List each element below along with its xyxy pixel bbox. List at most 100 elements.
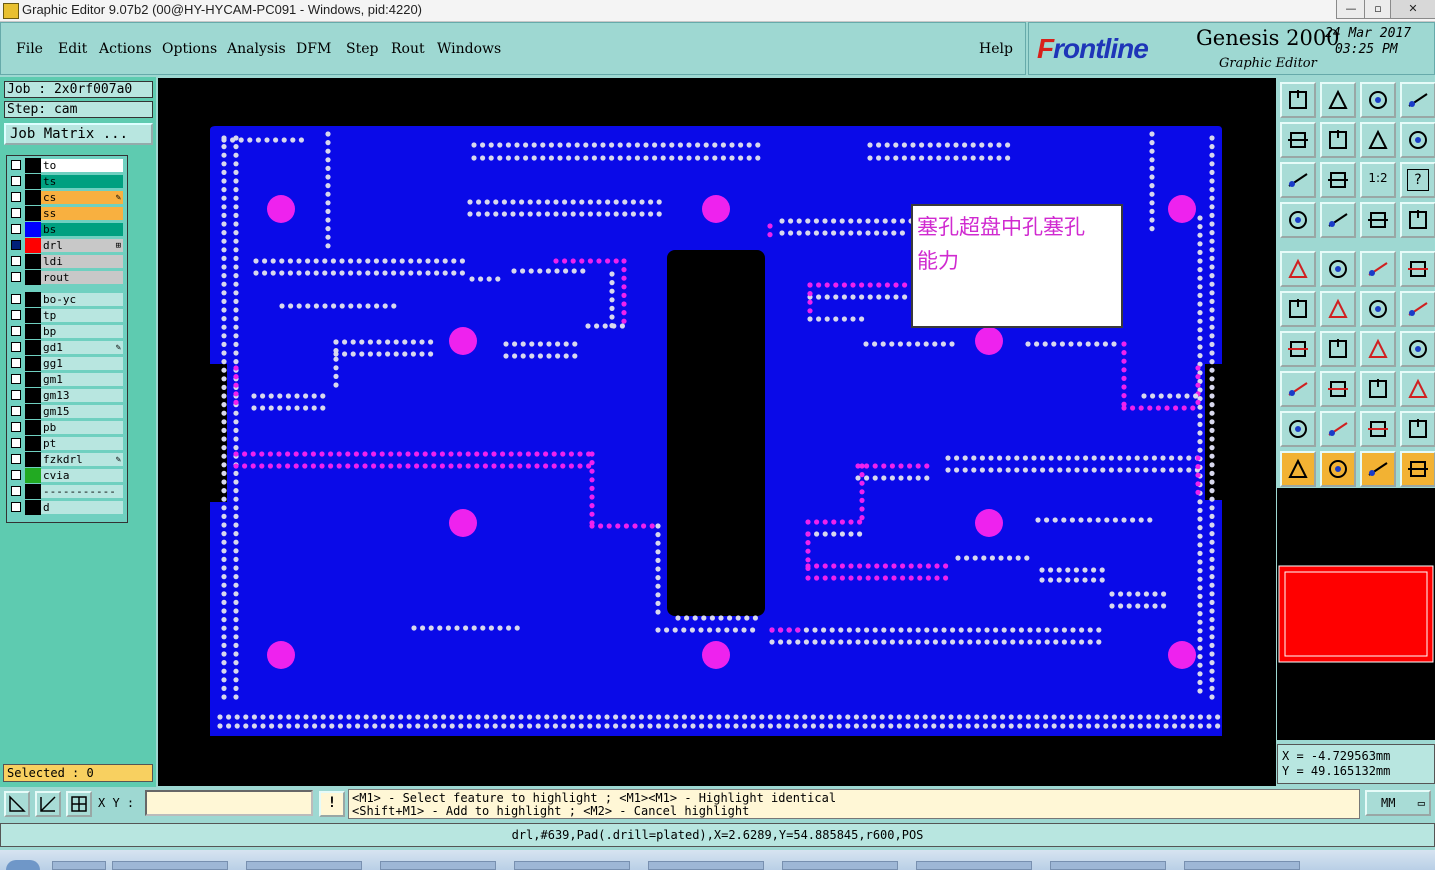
measure-icon[interactable] xyxy=(35,791,61,817)
layer-row-d[interactable]: d xyxy=(7,500,127,515)
arc-icon[interactable] xyxy=(1320,411,1356,447)
layer-row-boyc[interactable]: bo-yc xyxy=(7,292,127,307)
close-button[interactable]: ✕ xyxy=(1390,0,1435,19)
pad-icon[interactable] xyxy=(1280,251,1316,287)
layer-checkbox[interactable] xyxy=(11,342,21,352)
pcb-board-view[interactable] xyxy=(158,78,1276,786)
layer-row-separator[interactable]: ----------- xyxy=(7,484,127,499)
snake-icon[interactable] xyxy=(1400,122,1435,158)
import-icon[interactable] xyxy=(1280,122,1316,158)
layer-red-icon[interactable] xyxy=(1360,202,1396,238)
layer-row-gg1[interactable]: gg1 xyxy=(7,356,127,371)
taskbar-item[interactable] xyxy=(514,861,630,870)
taskbar-item[interactable] xyxy=(380,861,496,870)
line-icon[interactable] xyxy=(1320,331,1356,367)
menu-step[interactable]: Step xyxy=(346,41,378,57)
menu-analysis[interactable]: Analysis xyxy=(227,41,286,57)
layer-checkbox[interactable] xyxy=(11,310,21,320)
save-icon[interactable] xyxy=(1320,82,1356,118)
ruler-icon[interactable] xyxy=(1360,251,1396,287)
layer-row-ss[interactable]: ss xyxy=(7,206,127,221)
layer-row-ts[interactable]: ts xyxy=(7,174,127,189)
taskbar-item[interactable] xyxy=(648,861,764,870)
start-button[interactable] xyxy=(6,860,40,870)
menu-file[interactable]: File xyxy=(16,41,43,57)
select-2-icon[interactable] xyxy=(1360,451,1396,487)
layer-row-to[interactable]: to xyxy=(7,158,127,173)
layer-checkbox[interactable] xyxy=(11,208,21,218)
scale-icon[interactable]: 1:2 xyxy=(1360,162,1396,198)
layer-row-drl[interactable]: drl ⊞ xyxy=(7,238,127,253)
triangle-icon[interactable] xyxy=(1280,411,1316,447)
open-icon[interactable] xyxy=(1280,82,1316,118)
taskbar-item[interactable] xyxy=(112,861,228,870)
layer-checkbox[interactable] xyxy=(11,470,21,480)
snap-icon[interactable] xyxy=(4,791,30,817)
restore-button[interactable]: ▫ xyxy=(1364,0,1392,19)
arc-2-icon[interactable] xyxy=(1360,411,1396,447)
minimize-button[interactable]: — xyxy=(1336,0,1366,19)
units-select[interactable]: MM ▭ xyxy=(1365,790,1431,816)
layer-row-bs[interactable]: bs xyxy=(7,222,127,237)
layer-checkbox[interactable] xyxy=(11,422,21,432)
layer-row-gm1[interactable]: gm1 xyxy=(7,372,127,387)
menu-help[interactable]: Help xyxy=(979,41,1013,57)
layer-checkbox[interactable] xyxy=(11,374,21,384)
layer-checkbox[interactable] xyxy=(11,438,21,448)
layer-row-cs[interactable]: cs ✎ xyxy=(7,190,127,205)
layer-checkbox[interactable] xyxy=(11,406,21,416)
fit-icon[interactable] xyxy=(1280,162,1316,198)
menu-options[interactable]: Options xyxy=(162,41,217,57)
grid-icon[interactable] xyxy=(66,791,92,817)
layer-row-gm15[interactable]: gm15 xyxy=(7,404,127,419)
move-icon[interactable] xyxy=(1280,371,1316,407)
taskbar-item[interactable] xyxy=(246,861,362,870)
layer-row-pt[interactable]: pt xyxy=(7,436,127,451)
layer-row-gm13[interactable]: gm13 xyxy=(7,388,127,403)
select-3-icon[interactable] xyxy=(1400,451,1435,487)
layer-checkbox[interactable] xyxy=(11,358,21,368)
outline-icon[interactable] xyxy=(1400,251,1435,287)
help-icon[interactable]: ? xyxy=(1400,162,1435,198)
xy-input[interactable] xyxy=(145,790,313,816)
home-icon[interactable] xyxy=(1360,82,1396,118)
arc-3-icon[interactable] xyxy=(1400,411,1435,447)
layer-checkbox[interactable] xyxy=(11,454,21,464)
grid-view-icon[interactable] xyxy=(1320,202,1356,238)
delete-icon[interactable] xyxy=(1320,291,1356,327)
layer-row-cvia[interactable]: cvia xyxy=(7,468,127,483)
taskbar-item[interactable] xyxy=(782,861,898,870)
arrow-icon[interactable] xyxy=(1400,291,1435,327)
split-icon[interactable] xyxy=(1320,371,1356,407)
layer-row-pb[interactable]: pb xyxy=(7,420,127,435)
layer-checkbox[interactable] xyxy=(11,160,21,170)
layer-checkbox[interactable] xyxy=(11,390,21,400)
graphic-canvas[interactable]: 塞孔超盘中孔塞孔 能力 xyxy=(158,78,1276,786)
layer-row-bp[interactable]: bp xyxy=(7,324,127,339)
layer-checkbox[interactable] xyxy=(11,486,21,496)
window-icon[interactable] xyxy=(1400,82,1435,118)
select-icon[interactable] xyxy=(1320,451,1356,487)
layer-checkbox[interactable] xyxy=(11,256,21,266)
layer-row-fzkdrl[interactable]: fzkdrl ✎ xyxy=(7,452,127,467)
connect-icon[interactable] xyxy=(1360,291,1396,327)
layer-red-2-icon[interactable] xyxy=(1400,202,1435,238)
layer-checkbox[interactable] xyxy=(11,326,21,336)
angle-icon[interactable] xyxy=(1280,331,1316,367)
taskbar-item[interactable] xyxy=(52,861,106,870)
pointer-icon[interactable] xyxy=(1280,451,1316,487)
layer-row-gd1[interactable]: gd1 ✎ xyxy=(7,340,127,355)
job-matrix-button[interactable]: Job Matrix ... xyxy=(4,123,153,145)
mirror-icon[interactable] xyxy=(1400,331,1435,367)
layer-row-ldi[interactable]: ldi xyxy=(7,254,127,269)
export-icon[interactable] xyxy=(1320,122,1356,158)
swap-icon[interactable] xyxy=(1360,122,1396,158)
layer-checkbox[interactable] xyxy=(11,176,21,186)
menu-rout[interactable]: Rout xyxy=(391,41,425,57)
layer-checkbox[interactable] xyxy=(11,240,21,250)
layer-row-tp[interactable]: tp xyxy=(7,308,127,323)
layer-checkbox[interactable] xyxy=(11,294,21,304)
copy-icon[interactable] xyxy=(1400,371,1435,407)
edit-shape-icon[interactable] xyxy=(1320,251,1356,287)
zoom-icon[interactable] xyxy=(1320,162,1356,198)
